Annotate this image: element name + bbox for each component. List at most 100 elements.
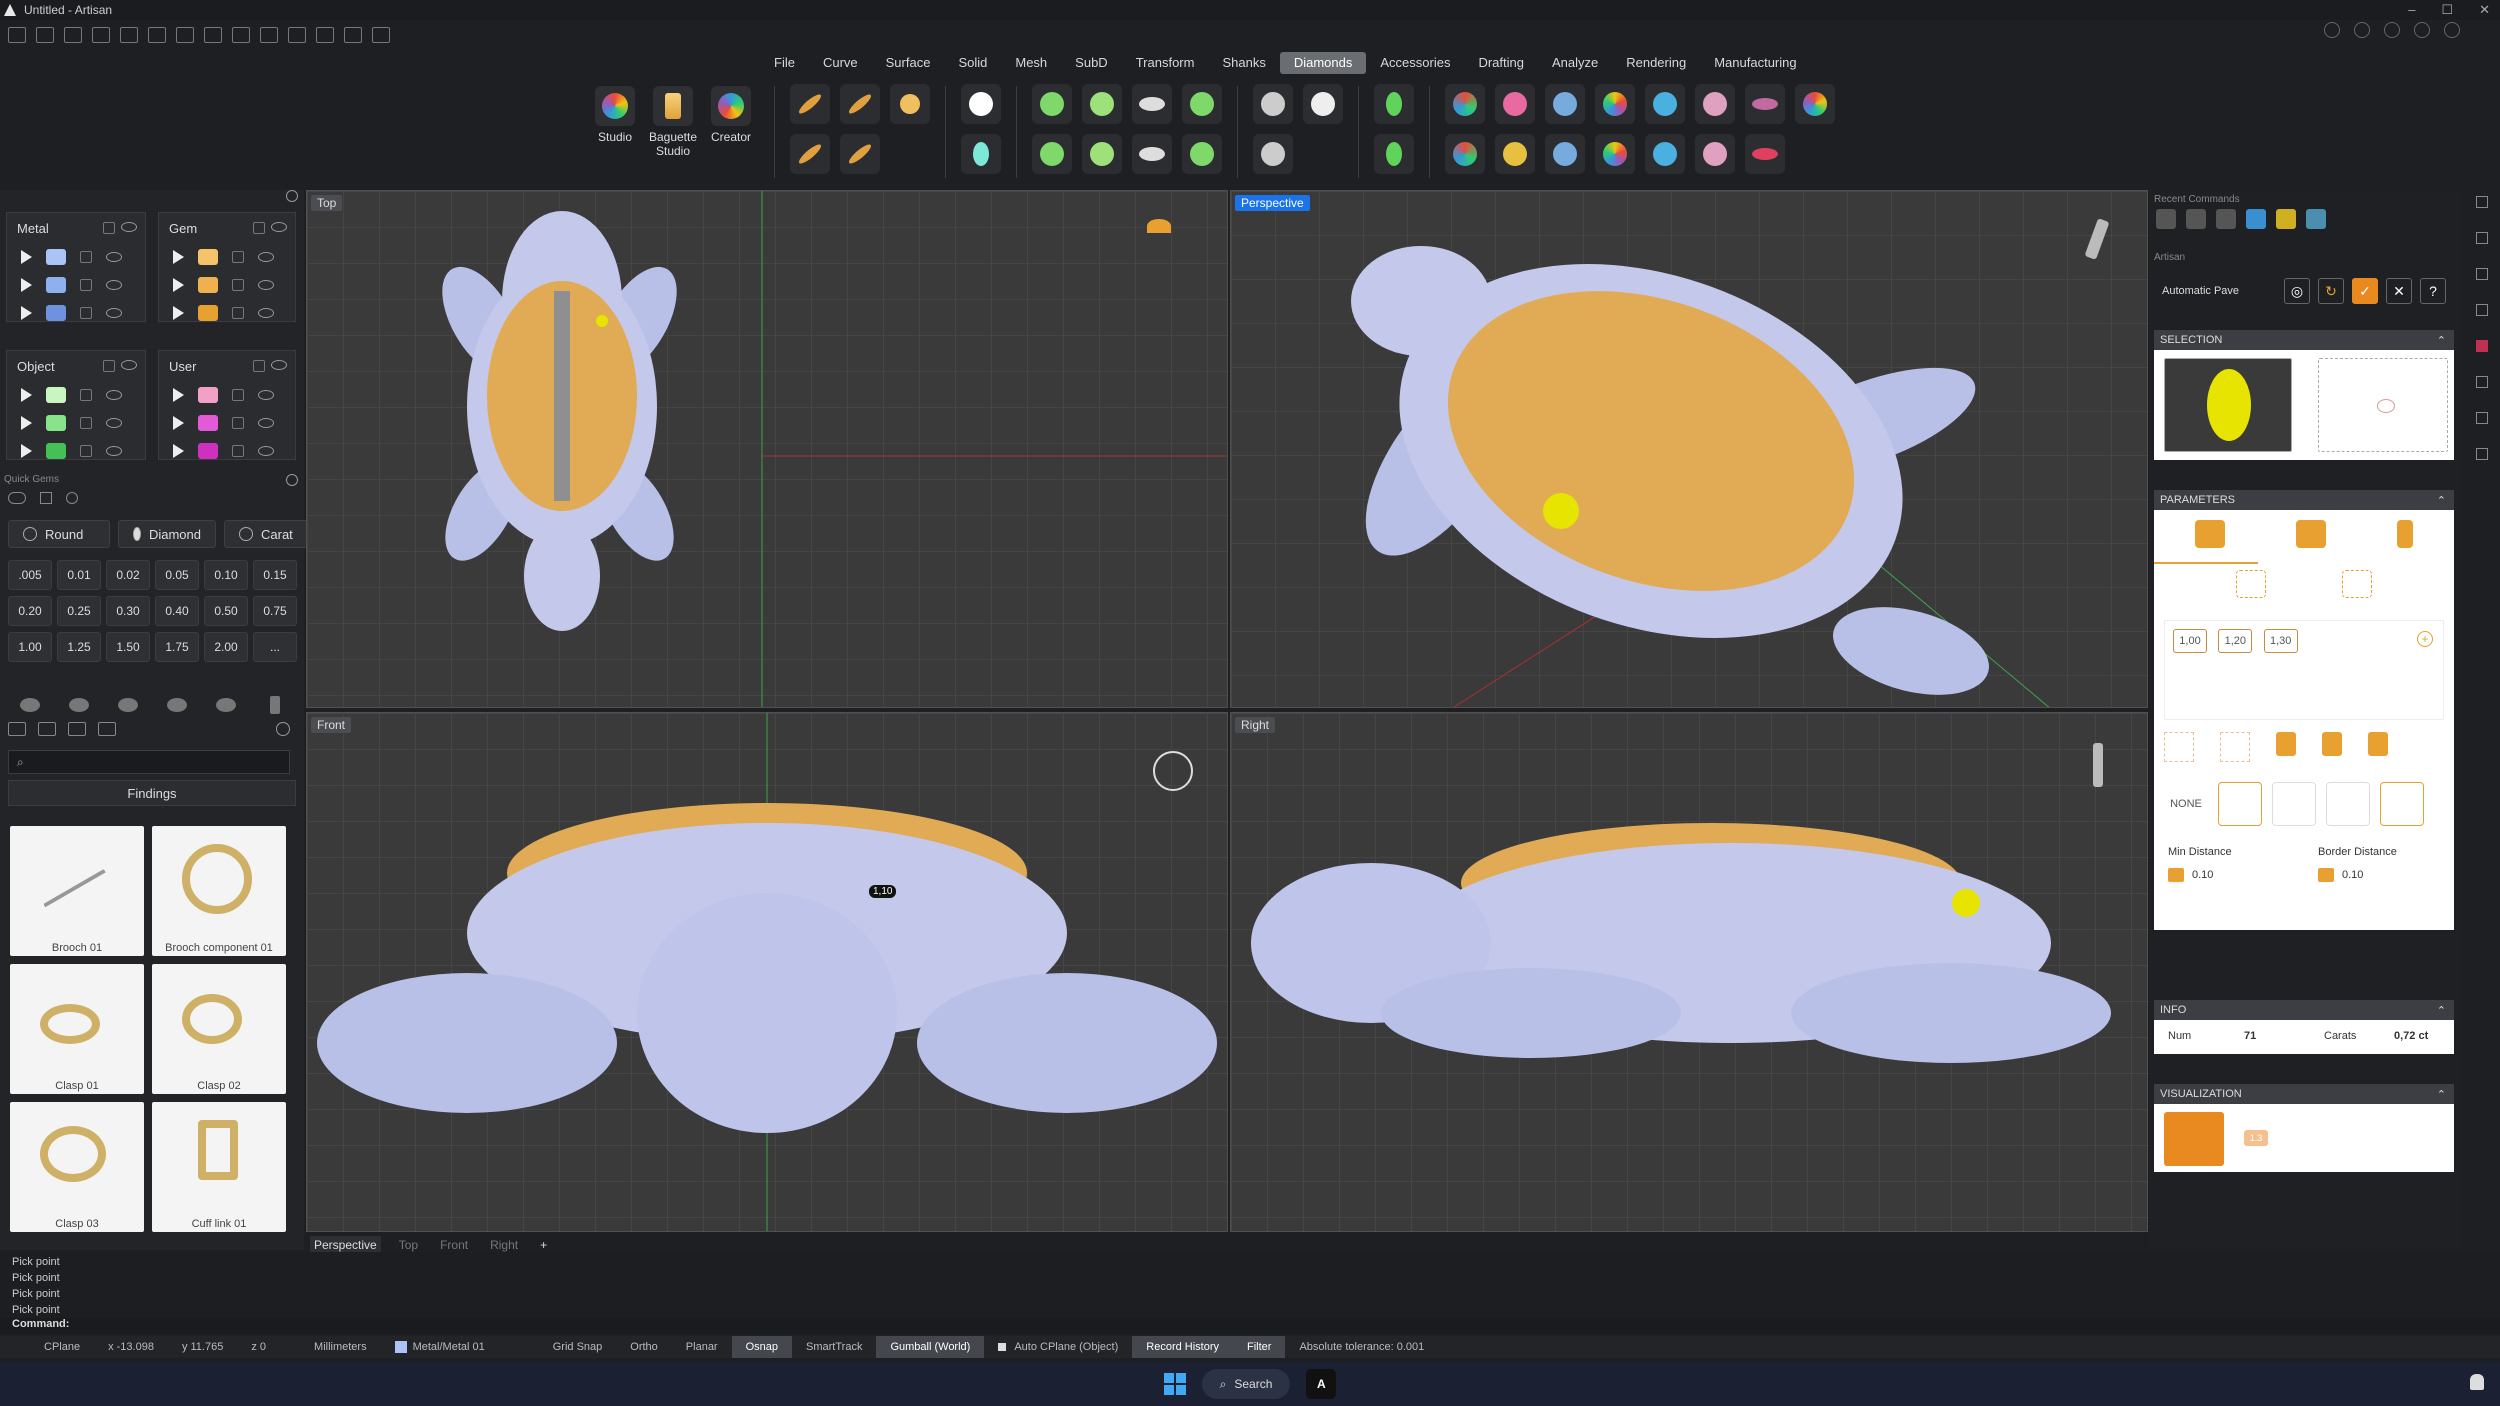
layer-eye-icon[interactable] [271, 222, 287, 232]
cut-round-4-icon[interactable] [155, 690, 199, 720]
menu-drafting[interactable]: Drafting [1464, 52, 1538, 74]
head-button[interactable] [1182, 134, 1222, 174]
gem-select-size-button[interactable] [1695, 134, 1735, 174]
menu-file[interactable]: File [760, 52, 809, 74]
gem-swatch-1[interactable] [198, 249, 218, 265]
gem-size-chip[interactable]: 1,30 [2263, 629, 2298, 653]
lock-icon[interactable] [80, 389, 92, 401]
eye-icon[interactable] [106, 390, 122, 400]
top-viewport-label[interactable]: Top [311, 195, 343, 211]
eye-icon[interactable] [106, 280, 122, 290]
gems-between-points-button[interactable] [790, 134, 830, 174]
new-file-icon[interactable] [8, 27, 26, 43]
grid-snap-toggle[interactable]: Grid Snap [539, 1336, 617, 1358]
prong-icon[interactable] [253, 690, 297, 720]
open-recent-icon[interactable] [92, 27, 110, 43]
play-icon[interactable] [21, 306, 32, 320]
filter-toggle[interactable]: Filter [1233, 1336, 1286, 1358]
auto-cplane-toggle[interactable]: Auto CPlane (Object) [984, 1336, 1132, 1358]
oval-gem-button[interactable] [961, 134, 1001, 174]
notification-icon[interactable] [2470, 1374, 2484, 1390]
min-distance-value[interactable]: 0.10 [2192, 869, 2213, 881]
eye-icon[interactable] [106, 308, 122, 318]
pin-tab-icon[interactable] [2397, 520, 2414, 548]
eye-icon[interactable] [258, 280, 274, 290]
user-swatch-1[interactable] [198, 387, 218, 403]
library-item[interactable]: Brooch component 01 [152, 826, 286, 956]
copy-command-icon[interactable] [2186, 209, 2206, 229]
gem-resize-button[interactable] [1645, 84, 1685, 124]
layer-lock-icon[interactable] [103, 360, 115, 372]
open-folder-icon[interactable] [64, 27, 82, 43]
play-icon[interactable] [21, 388, 32, 402]
gem-size-button[interactable]: 1.75 [155, 632, 199, 662]
layer-command-icon[interactable] [2306, 209, 2326, 229]
refresh-button[interactable]: ↻ [2318, 278, 2344, 304]
menu-diamonds[interactable]: Diamonds [1279, 52, 1367, 74]
right-viewport-label[interactable]: Right [1235, 717, 1276, 733]
current-layer[interactable]: Metal/Metal 01 [381, 1336, 499, 1358]
menu-accessories[interactable]: Accessories [1366, 52, 1464, 74]
gem-size-button[interactable]: .005 [8, 560, 52, 590]
cutter-button[interactable] [1132, 84, 1172, 124]
right-viewport[interactable]: Right [1230, 712, 2148, 1232]
lock-icon[interactable] [80, 279, 92, 291]
eye-icon[interactable] [258, 390, 274, 400]
gem-command-icon[interactable] [2246, 209, 2266, 229]
info-section-header[interactable]: INFO ⌃ [2154, 1000, 2454, 1020]
layout-icon[interactable] [316, 27, 334, 43]
play-icon[interactable] [173, 250, 184, 264]
library-item[interactable]: Clasp 03 [10, 1102, 144, 1232]
collapse-icon[interactable]: ⌃ [2437, 334, 2446, 347]
menu-subd[interactable]: SubD [1061, 52, 1122, 74]
auto-fill-icon[interactable] [2235, 570, 2266, 598]
prong-tab-icon[interactable] [2295, 520, 2326, 548]
menu-transform[interactable]: Transform [1122, 52, 1209, 74]
gem-layer-row[interactable] [159, 299, 295, 327]
lock-icon[interactable] [232, 445, 244, 457]
baguette-studio-button[interactable]: Baguette Studio [648, 80, 698, 158]
save-as-icon[interactable] [204, 27, 222, 43]
gem-material-diamond-button[interactable]: Diamond [118, 520, 216, 548]
lock-icon[interactable] [80, 307, 92, 319]
border-distance-field[interactable]: 0.10 [2318, 864, 2448, 886]
gem-colors-wheel-button[interactable] [1595, 84, 1635, 124]
arrangement-edit-button[interactable] [2380, 782, 2424, 826]
cut-round-icon[interactable] [8, 690, 52, 720]
parameters-section-header[interactable]: PARAMETERS ⌃ [2154, 490, 2454, 510]
perspective-viewport-label[interactable]: Perspective [1235, 195, 1310, 211]
library-item[interactable]: Clasp 02 [152, 964, 286, 1094]
eye-icon[interactable] [258, 252, 274, 262]
library-item[interactable]: Brooch 01 [10, 826, 144, 956]
redo-icon[interactable] [148, 27, 166, 43]
metal-layer-row[interactable] [7, 299, 145, 327]
arrangement-row-button[interactable] [2272, 782, 2316, 826]
undo-command-icon[interactable] [2156, 209, 2176, 229]
gem-toggle-icon[interactable] [8, 492, 26, 504]
import-icon[interactable] [232, 27, 250, 43]
tube-setting-button[interactable] [1082, 134, 1122, 174]
gem-settings-icon[interactable] [66, 492, 78, 504]
eye-icon[interactable] [106, 446, 122, 456]
gem-layer-row[interactable] [159, 271, 295, 299]
gem-analyze-button[interactable] [1545, 84, 1585, 124]
panel-icon[interactable] [2476, 376, 2488, 388]
cloud-icon[interactable] [2384, 22, 2400, 38]
gem-cluster-button[interactable] [890, 84, 930, 124]
play-icon[interactable] [173, 416, 184, 430]
gem-size-button[interactable]: 0.50 [204, 596, 248, 626]
folder-icon[interactable] [8, 722, 26, 736]
border-distance-value[interactable]: 0.10 [2342, 869, 2363, 881]
lock-icon[interactable] [2276, 732, 2296, 756]
auto-fill-alt-icon[interactable] [2342, 570, 2373, 598]
cut-round-3-icon[interactable] [106, 690, 150, 720]
gem-size-button[interactable]: 0.30 [106, 596, 150, 626]
gem-size-button[interactable]: 0.75 [253, 596, 297, 626]
panel-icon[interactable] [2476, 232, 2488, 244]
lock-icon[interactable] [80, 251, 92, 263]
bezel-setting-button[interactable] [1032, 134, 1072, 174]
command-input[interactable]: Command: [0, 1318, 2500, 1334]
panel-icon[interactable] [2476, 304, 2488, 316]
studio-button[interactable]: Studio [590, 80, 640, 144]
user-layer-row[interactable] [159, 409, 295, 437]
